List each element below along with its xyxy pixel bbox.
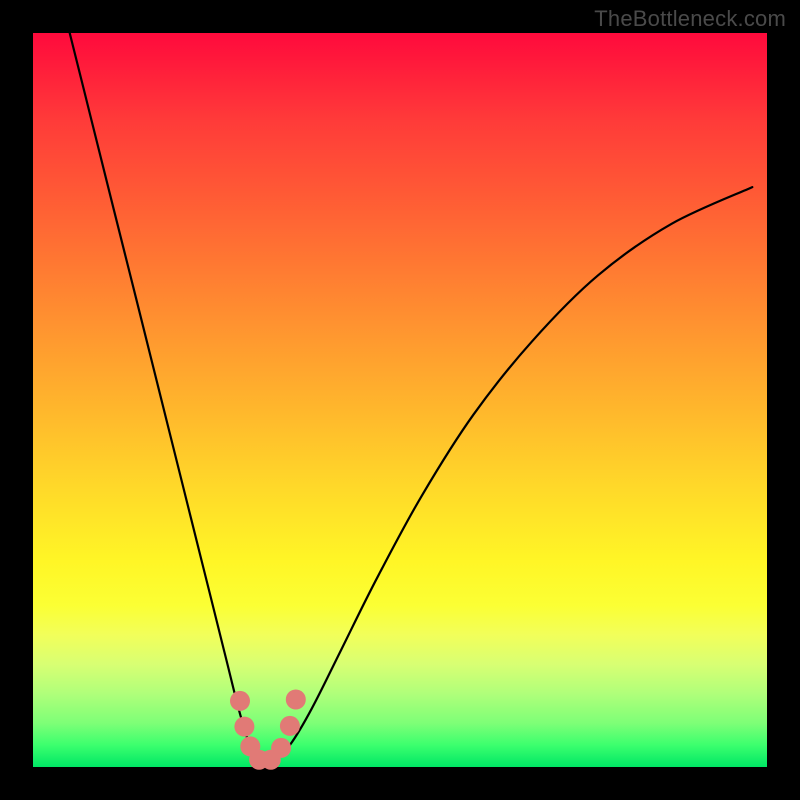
bottleneck-curve (70, 33, 753, 762)
chart-frame: TheBottleneck.com (0, 0, 800, 800)
marker-dot (286, 690, 306, 710)
marker-dot (230, 691, 250, 711)
plot-area (33, 33, 767, 767)
watermark-text: TheBottleneck.com (594, 6, 786, 32)
curve-svg (33, 33, 767, 767)
marker-dot (271, 738, 291, 758)
marker-dot (234, 717, 254, 737)
minimum-markers (230, 690, 306, 770)
marker-dot (280, 716, 300, 736)
